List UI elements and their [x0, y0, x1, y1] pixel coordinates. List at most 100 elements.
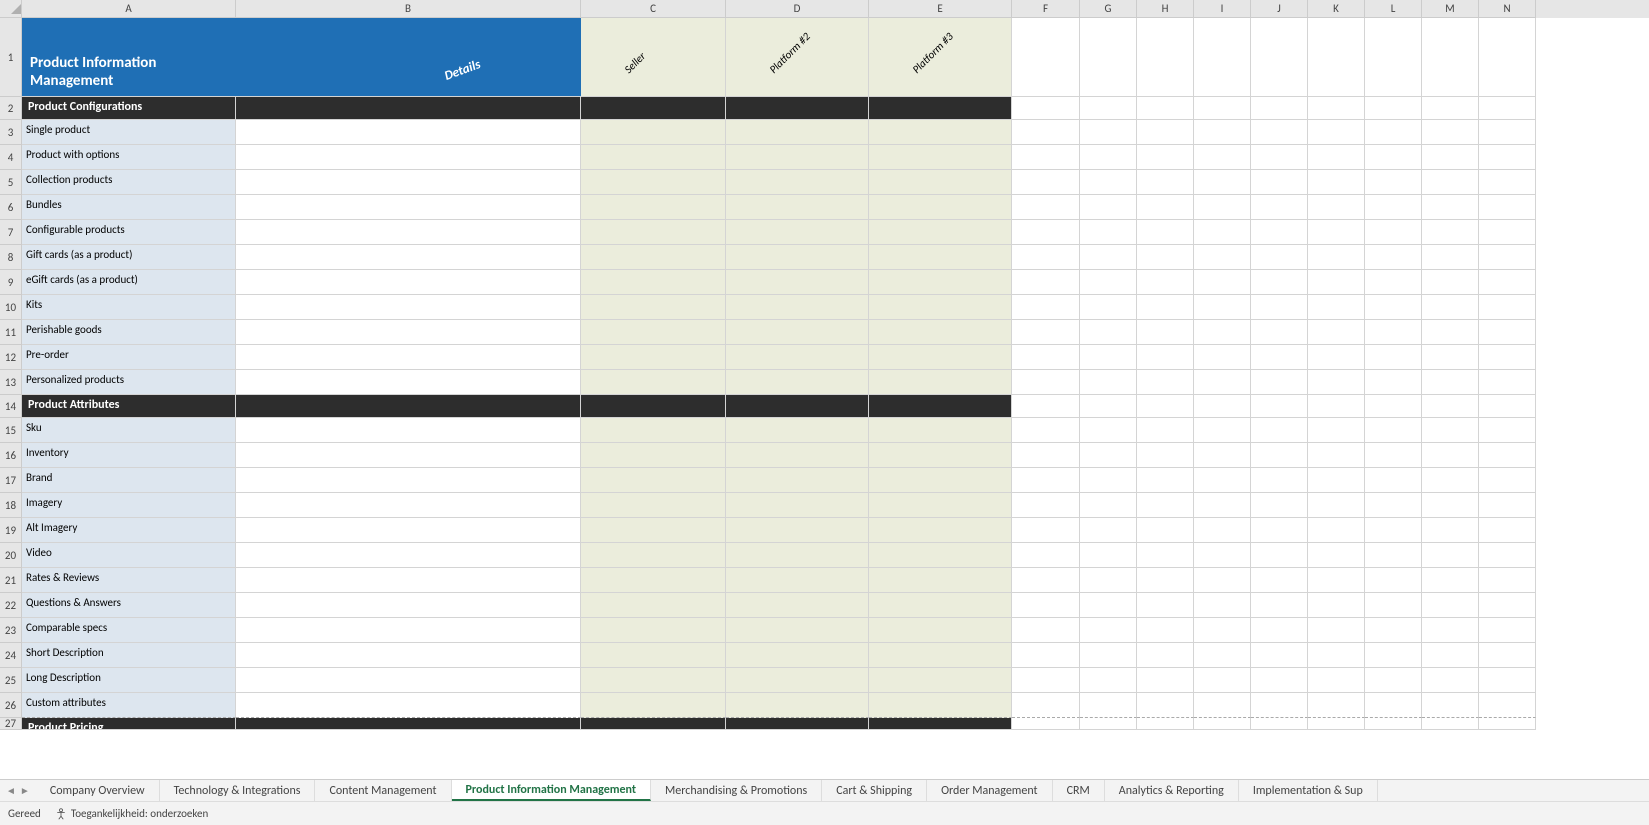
- cell[interactable]: [1251, 468, 1308, 493]
- cell[interactable]: [726, 718, 869, 730]
- cell[interactable]: [1422, 443, 1479, 468]
- cell[interactable]: [1080, 618, 1137, 643]
- cell[interactable]: [1251, 195, 1308, 220]
- cell[interactable]: [1422, 195, 1479, 220]
- row-header-14[interactable]: 14: [0, 395, 22, 418]
- platform-cell[interactable]: [869, 693, 1012, 718]
- platform-cell[interactable]: [869, 245, 1012, 270]
- cell[interactable]: [1365, 220, 1422, 245]
- platform-cell[interactable]: [869, 643, 1012, 668]
- cell[interactable]: [1422, 543, 1479, 568]
- cell[interactable]: [1194, 145, 1251, 170]
- cell[interactable]: [1137, 443, 1194, 468]
- cell[interactable]: [1251, 18, 1308, 97]
- details-cell[interactable]: [236, 220, 581, 245]
- cell[interactable]: [1251, 643, 1308, 668]
- column-header-K[interactable]: K: [1308, 0, 1365, 18]
- cell[interactable]: [1137, 220, 1194, 245]
- details-cell[interactable]: [236, 195, 581, 220]
- platform-cell[interactable]: [581, 270, 726, 295]
- cell[interactable]: [1012, 395, 1080, 418]
- platform-cell[interactable]: [869, 270, 1012, 295]
- row-header-1[interactable]: 1: [0, 18, 22, 97]
- details-cell[interactable]: [236, 668, 581, 693]
- cell[interactable]: [1308, 245, 1365, 270]
- cell[interactable]: [1080, 370, 1137, 395]
- cell[interactable]: [1479, 370, 1536, 395]
- cell[interactable]: [1080, 593, 1137, 618]
- cell[interactable]: [1365, 468, 1422, 493]
- cell[interactable]: [1308, 593, 1365, 618]
- cell[interactable]: [581, 718, 726, 730]
- cell[interactable]: [1308, 295, 1365, 320]
- cell[interactable]: [1194, 245, 1251, 270]
- platform-cell[interactable]: [726, 493, 869, 518]
- row-header-26[interactable]: 26: [0, 693, 22, 718]
- feature-label[interactable]: Short Description: [22, 643, 236, 668]
- cell[interactable]: [1012, 195, 1080, 220]
- cell[interactable]: [1137, 120, 1194, 145]
- row-header-17[interactable]: 17: [0, 468, 22, 493]
- feature-label[interactable]: Pre-order: [22, 345, 236, 370]
- cell[interactable]: [1479, 418, 1536, 443]
- cell[interactable]: [1251, 518, 1308, 543]
- cell[interactable]: [1012, 220, 1080, 245]
- cell[interactable]: [1251, 370, 1308, 395]
- row-header-16[interactable]: 16: [0, 443, 22, 468]
- row-header-5[interactable]: 5: [0, 170, 22, 195]
- row-header-18[interactable]: 18: [0, 493, 22, 518]
- cell[interactable]: [1422, 718, 1479, 730]
- details-cell[interactable]: [236, 443, 581, 468]
- row-header-11[interactable]: 11: [0, 320, 22, 345]
- cell[interactable]: [1251, 145, 1308, 170]
- cell[interactable]: [1479, 718, 1536, 730]
- details-cell[interactable]: [236, 418, 581, 443]
- cell[interactable]: [1251, 270, 1308, 295]
- platform-cell[interactable]: [869, 320, 1012, 345]
- column-header-B[interactable]: B: [236, 0, 581, 18]
- platform-cell[interactable]: [869, 468, 1012, 493]
- cell[interactable]: [1308, 270, 1365, 295]
- row-header-23[interactable]: 23: [0, 618, 22, 643]
- cell[interactable]: [1365, 418, 1422, 443]
- cell[interactable]: [581, 97, 726, 120]
- cell[interactable]: [1137, 345, 1194, 370]
- cell[interactable]: [1251, 668, 1308, 693]
- cell[interactable]: [1137, 668, 1194, 693]
- platform-cell[interactable]: [726, 443, 869, 468]
- details-cell[interactable]: [236, 618, 581, 643]
- feature-label[interactable]: Single product: [22, 120, 236, 145]
- platform-cell[interactable]: [581, 418, 726, 443]
- cell[interactable]: [1251, 593, 1308, 618]
- cell[interactable]: [1012, 97, 1080, 120]
- column-header-F[interactable]: F: [1012, 0, 1080, 18]
- details-cell[interactable]: [236, 543, 581, 568]
- row-header-27[interactable]: 27: [0, 718, 22, 730]
- cell[interactable]: [1479, 320, 1536, 345]
- column-header-M[interactable]: M: [1422, 0, 1479, 18]
- details-cell[interactable]: [236, 345, 581, 370]
- details-cell[interactable]: [236, 295, 581, 320]
- column-header-G[interactable]: G: [1080, 0, 1137, 18]
- cell[interactable]: [1479, 593, 1536, 618]
- cell[interactable]: [1012, 170, 1080, 195]
- column-header-L[interactable]: L: [1365, 0, 1422, 18]
- cell[interactable]: [1479, 443, 1536, 468]
- cell[interactable]: [1251, 418, 1308, 443]
- cell[interactable]: [1422, 395, 1479, 418]
- details-cell[interactable]: [236, 370, 581, 395]
- platform-cell[interactable]: [726, 618, 869, 643]
- platform-cell[interactable]: [869, 518, 1012, 543]
- cell[interactable]: [1308, 468, 1365, 493]
- cell[interactable]: [1365, 18, 1422, 97]
- cell[interactable]: [1422, 18, 1479, 97]
- details-cell[interactable]: [236, 320, 581, 345]
- platform-cell[interactable]: [581, 220, 726, 245]
- platform-cell[interactable]: [726, 270, 869, 295]
- cell[interactable]: [1365, 395, 1422, 418]
- cell[interactable]: [1194, 18, 1251, 97]
- cell[interactable]: [1080, 18, 1137, 97]
- feature-label[interactable]: eGift cards (as a product): [22, 270, 236, 295]
- cell[interactable]: [1137, 643, 1194, 668]
- row-header-9[interactable]: 9: [0, 270, 22, 295]
